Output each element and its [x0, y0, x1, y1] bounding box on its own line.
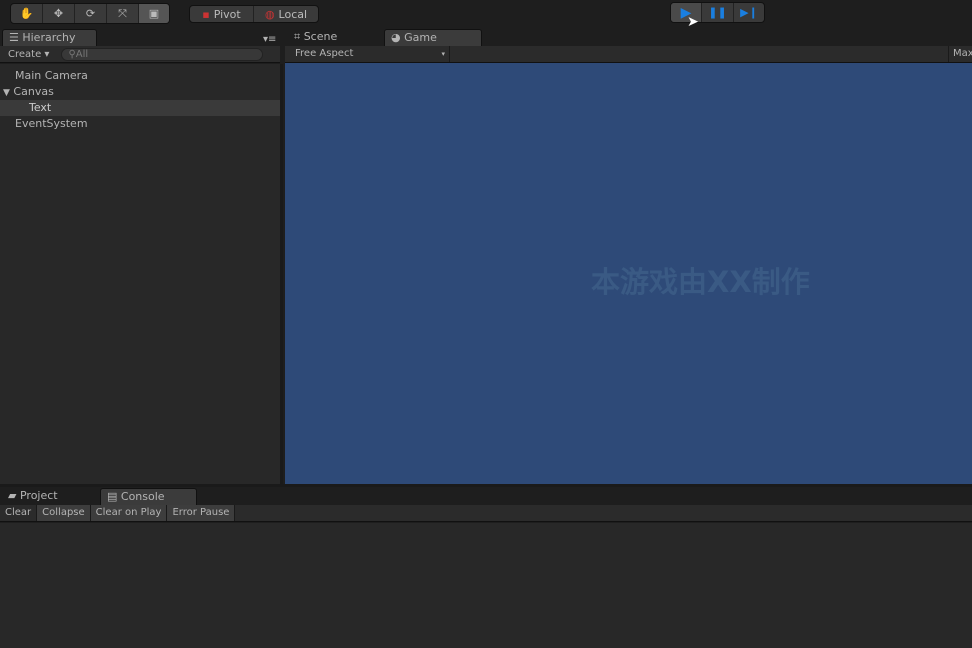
clear-on-play-toggle[interactable]: Clear on Play — [90, 505, 168, 521]
local-icon: ◍ — [264, 7, 275, 21]
hierarchy-panel: Main Camera ▼ Canvas Text EventSystem — [0, 64, 283, 484]
tab-scene[interactable]: ⌗ Scene — [288, 29, 380, 46]
panel-menu-icon[interactable]: ▾≡ — [263, 34, 276, 45]
game-overlay-text: 本游戏由XX制作 — [591, 265, 810, 299]
game-view[interactable]: 本游戏由XX制作 — [285, 63, 972, 484]
hand-tool-button[interactable]: ✋ — [11, 4, 43, 23]
hierarchy-search-input[interactable]: ⚲All — [61, 47, 264, 61]
pivot-button[interactable]: ▪ Pivot — [190, 6, 254, 22]
pivot-group: ▪ Pivot ◍ Local — [189, 5, 319, 23]
step-button[interactable]: ▶❙ — [734, 3, 764, 22]
error-pause-toggle[interactable]: Error Pause — [167, 505, 236, 521]
mouse-cursor-icon: ➤ — [687, 14, 699, 30]
tab-hierarchy[interactable]: ☰ Hierarchy — [2, 29, 97, 46]
playback-group: ▶ ❚❚ ▶❙ — [670, 2, 765, 23]
list-icon: ☰ — [9, 31, 23, 44]
move-tool-button[interactable]: ✥ — [43, 4, 75, 23]
console-icon: ▤ — [107, 490, 121, 503]
create-button[interactable]: Create ▾ — [0, 49, 57, 60]
expand-triangle-icon[interactable]: ▼ — [3, 88, 10, 98]
transform-tools: ✋ ✥ ⟳ ⤧ ▣ — [10, 3, 170, 24]
hierarchy-item-main-camera[interactable]: Main Camera — [0, 68, 280, 84]
hierarchy-item-canvas[interactable]: ▼ Canvas — [0, 84, 280, 100]
console-toolbar: Clear Collapse Clear on Play Error Pause — [0, 505, 972, 522]
folder-icon: ▰ — [8, 489, 20, 502]
clear-button[interactable]: Clear — [0, 505, 38, 521]
divider — [0, 484, 972, 487]
game-toolbar: Free Aspect ▾ Max — [285, 46, 972, 63]
rotate-tool-button[interactable]: ⟳ — [75, 4, 107, 23]
tab-console[interactable]: ▤ Console — [100, 488, 197, 505]
pause-button[interactable]: ❚❚ — [702, 3, 734, 22]
game-icon: ◕ — [391, 31, 405, 44]
rect-tool-button[interactable]: ▣ — [139, 4, 169, 23]
console-log-area[interactable] — [0, 523, 972, 648]
grid-icon: ⌗ — [294, 30, 304, 43]
aspect-dropdown[interactable]: Free Aspect ▾ — [285, 46, 450, 62]
tab-game[interactable]: ◕ Game — [384, 29, 482, 46]
local-button[interactable]: ◍ Local — [254, 6, 318, 22]
hierarchy-item-eventsystem[interactable]: EventSystem — [0, 116, 280, 132]
scale-tool-button[interactable]: ⤧ — [107, 4, 139, 23]
maximize-on-play-button[interactable]: Max — [948, 46, 972, 62]
tab-project[interactable]: ▰ Project — [2, 488, 97, 505]
hierarchy-toolbar: Create ▾ ⚲All — [0, 46, 280, 63]
collapse-toggle[interactable]: Collapse — [37, 505, 91, 521]
hierarchy-item-text[interactable]: Text — [0, 100, 280, 116]
pivot-icon: ▪ — [202, 7, 210, 21]
